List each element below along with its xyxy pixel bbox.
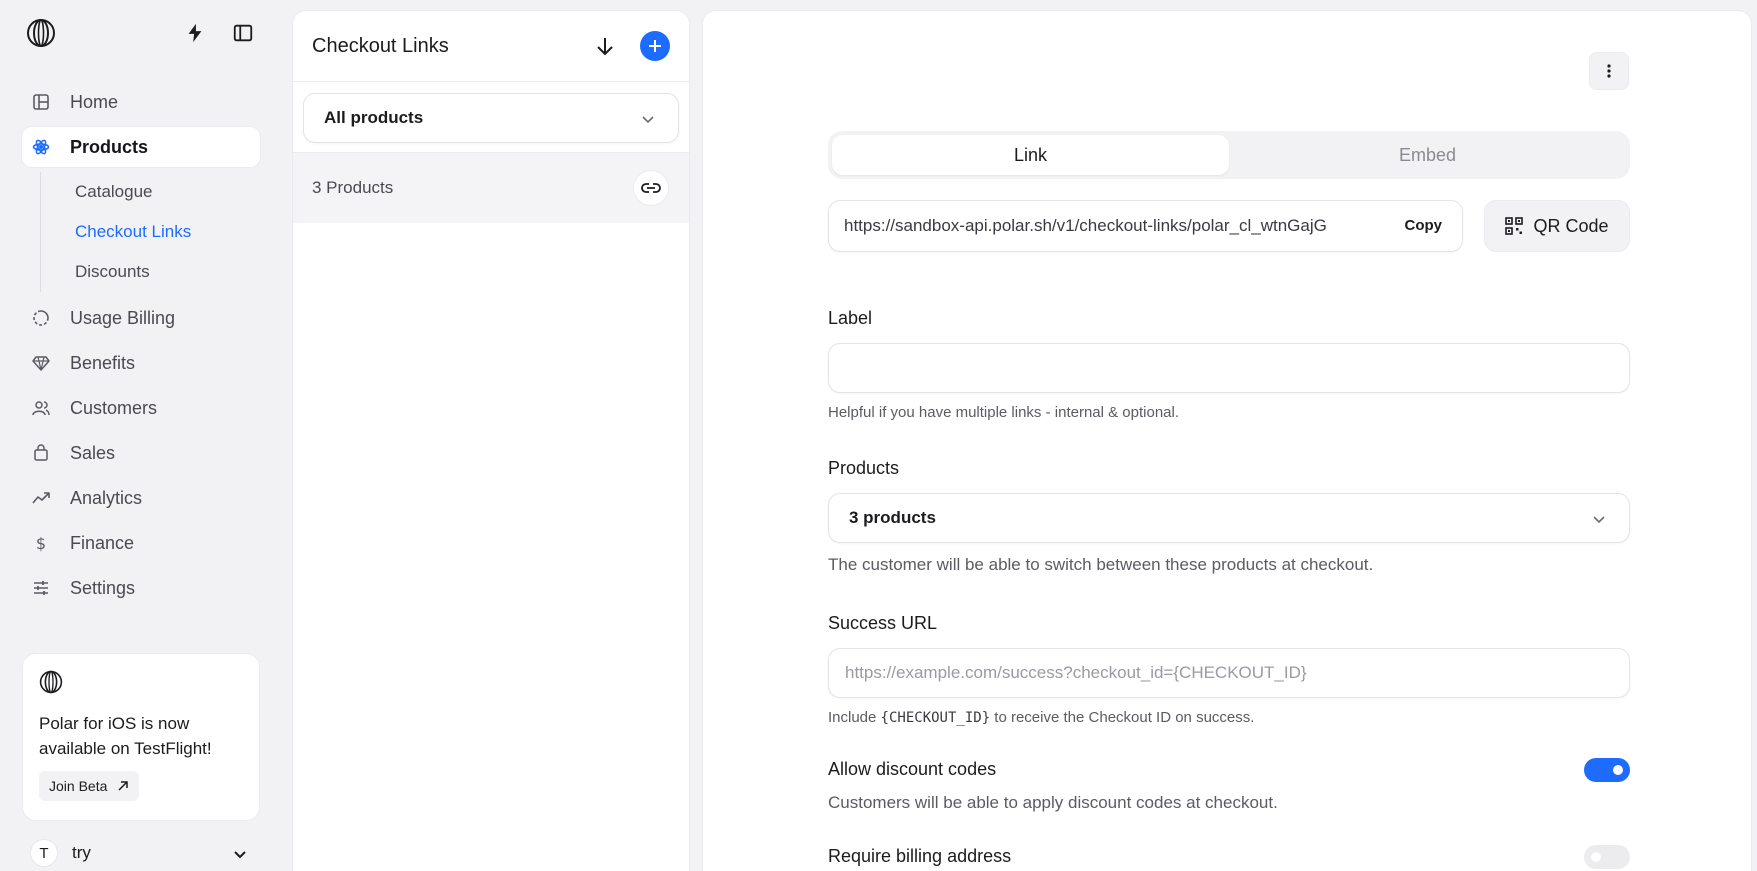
sidebar-item-label: Finance (70, 532, 135, 553)
sidebar: Home Products Catalogue Checkout Links D… (0, 0, 290, 871)
qr-code-icon (1505, 217, 1524, 235)
join-beta-label: Join Beta (49, 778, 108, 794)
sidebar-item-products[interactable]: Products (22, 127, 260, 167)
sidebar-item-analytics[interactable]: Analytics (22, 478, 260, 518)
copy-url-button[interactable]: Copy (1405, 217, 1443, 234)
products-subnav: Catalogue Checkout Links Discounts (40, 172, 260, 292)
tab-embed[interactable]: Embed (1229, 135, 1626, 175)
sales-icon (34, 444, 48, 461)
svg-text:$: $ (36, 534, 46, 552)
sidebar-item-label: Usage Billing (70, 307, 176, 328)
copy-link-button[interactable] (633, 170, 669, 206)
allow-discounts-help-text: Customers will be able to apply discount… (828, 793, 1278, 812)
sidebar-item-finance[interactable]: $ Finance (22, 523, 260, 563)
plus-icon (649, 40, 661, 52)
beta-card-text: Polar for iOS is now available on TestFl… (39, 714, 212, 758)
sidebar-item-benefits[interactable]: Benefits (22, 343, 260, 383)
panel-title: Checkout Links (312, 34, 449, 57)
sidebar-item-sales[interactable]: Sales (22, 433, 260, 473)
benefits-icon (32, 356, 50, 371)
list-item-label: 3 Products (312, 178, 394, 197)
products-select-value: 3 products (849, 508, 936, 527)
customers-icon (32, 401, 50, 416)
success-url-placeholder: https://example.com/success?checkout_id=… (845, 663, 1307, 682)
sidebar-item-customers[interactable]: Customers (22, 388, 260, 428)
sidebar-item-label: Analytics (70, 487, 143, 508)
tab-link[interactable]: Link (832, 135, 1229, 175)
chevron-down-icon (1593, 516, 1605, 524)
link-icon (641, 183, 661, 193)
bolt-icon[interactable] (184, 22, 206, 44)
help-prefix: Include (828, 709, 877, 726)
allow-discounts-label: Allow discount codes (828, 759, 997, 779)
checkout-url-field[interactable]: https://sandbox-api.polar.sh/v1/checkout… (828, 200, 1463, 252)
product-filter-value: All products (324, 108, 424, 127)
toggle-knob (1591, 852, 1601, 862)
filter-wrap: All products (293, 82, 689, 153)
help-suffix: to receive the Checkout ID on success. (994, 709, 1255, 726)
arrow-up-right-icon (118, 781, 129, 791)
finance-icon: $ (36, 534, 46, 552)
account-name: try (72, 843, 91, 862)
checkout-id-code: {CHECKOUT_ID} (880, 710, 991, 726)
qr-code-label: QR Code (1533, 215, 1609, 236)
list-item[interactable]: 3 Products (293, 153, 689, 223)
polar-logo-icon[interactable] (26, 18, 56, 48)
subnav-item-catalogue[interactable]: Catalogue (75, 172, 260, 212)
products-icon (32, 139, 50, 155)
usage-billing-icon (33, 310, 49, 326)
polar-logo-icon (39, 670, 63, 694)
sidebar-item-label: Customers (70, 397, 158, 418)
sidebar-nav: Home Products Catalogue Checkout Links D… (22, 82, 260, 613)
more-options-button[interactable] (1589, 52, 1629, 90)
panel-header: Checkout Links (293, 11, 689, 82)
subnav-item-discounts[interactable]: Discounts (75, 252, 260, 292)
label-input[interactable] (828, 343, 1630, 393)
url-row: https://sandbox-api.polar.sh/v1/checkout… (828, 200, 1630, 252)
account-switcher[interactable]: T try (22, 838, 260, 868)
sort-arrow-down-icon[interactable] (593, 34, 617, 58)
allow-discounts-toggle[interactable] (1584, 758, 1630, 782)
checkout-link-editor: Link Embed https://sandbox-api.polar.sh/… (702, 10, 1752, 871)
success-url-input[interactable]: https://example.com/success?checkout_id=… (828, 648, 1630, 698)
add-checkout-link-button[interactable] (640, 31, 670, 61)
require-billing-toggle[interactable] (1584, 845, 1630, 869)
products-select[interactable]: 3 products (828, 493, 1630, 543)
require-billing-label: Require billing address (828, 846, 1012, 866)
product-filter-select[interactable]: All products (303, 93, 679, 143)
success-url-help-text: Include {CHECKOUT_ID} to receive the Che… (828, 709, 1254, 726)
products-field-label: Products (828, 458, 900, 478)
sidebar-item-label: Sales (70, 442, 116, 463)
sidebar-item-home[interactable]: Home (22, 82, 260, 122)
testflight-beta-card: Polar for iOS is now available on TestFl… (22, 653, 260, 821)
label-field-label: Label (828, 308, 873, 328)
sidebar-item-label: Products (70, 136, 149, 157)
toggle-knob (1613, 765, 1623, 775)
chevron-down-icon (234, 851, 246, 859)
analytics-icon (32, 492, 50, 504)
chevron-down-icon (642, 116, 654, 124)
link-embed-tabs: Link Embed (828, 131, 1630, 179)
label-help-text: Helpful if you have multiple links - int… (828, 404, 1180, 421)
subnav-item-checkout-links[interactable]: Checkout Links (75, 212, 260, 252)
success-url-field-label: Success URL (828, 613, 938, 633)
sidebar-item-label: Benefits (70, 352, 136, 373)
more-vertical-icon (1607, 64, 1611, 78)
sidebar-toggle-icon[interactable] (232, 22, 254, 44)
avatar: T (30, 839, 58, 867)
checkout-url-text: https://sandbox-api.polar.sh/v1/checkout… (844, 216, 1327, 235)
sidebar-item-label: Home (70, 91, 119, 112)
products-help-text: The customer will be able to switch betw… (828, 555, 1374, 574)
qr-code-button[interactable]: QR Code (1484, 200, 1630, 252)
sidebar-item-label: Settings (70, 577, 136, 598)
checkout-links-panel: Checkout Links All products 3 Products (292, 10, 690, 871)
sidebar-item-usage-billing[interactable]: Usage Billing (22, 298, 260, 338)
settings-icon (34, 581, 48, 595)
join-beta-button[interactable]: Join Beta (39, 771, 140, 801)
sidebar-item-settings[interactable]: Settings (22, 568, 260, 608)
home-icon (33, 94, 49, 110)
